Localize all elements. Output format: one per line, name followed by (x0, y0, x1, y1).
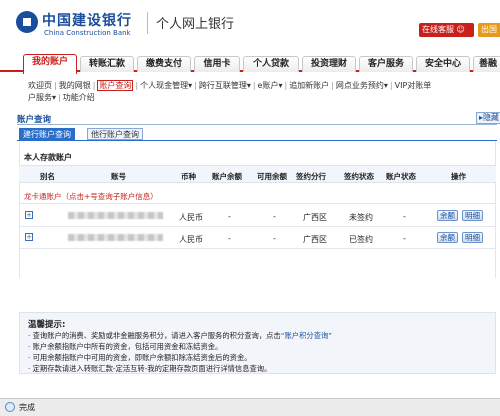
tip-line-1: · 查询账户的消费、奖励或非金融服务积分，请进入客户服务的积分查询，点击“账户积… (28, 331, 332, 341)
row-currency: 人民币 (179, 213, 203, 222)
accounts-panel (19, 141, 496, 278)
tab-my-account[interactable]: 我的账户 (23, 54, 77, 74)
exit-button[interactable]: 出国 (478, 23, 500, 37)
status-text: 完成 (19, 403, 35, 412)
online-service-button[interactable]: 在线客服 ☺ (419, 23, 474, 37)
tab-ccb-account-query[interactable]: 建行账户查询 (19, 128, 75, 140)
col-alias: 别名 (40, 172, 55, 181)
row-available: - (273, 212, 276, 221)
app-header: 中国建设银行 China Construction Bank 个人网上银行 在线… (0, 0, 500, 50)
row-divider (19, 226, 496, 227)
tab-payment[interactable]: 缴费支付 (137, 56, 191, 72)
tab-security-center[interactable]: 安全中心 (416, 56, 470, 72)
detail-button[interactable]: 明细 (462, 210, 483, 221)
col-balance: 账户余额 (212, 172, 242, 181)
subnav-cash-management[interactable]: 个人现金管理▾ (140, 81, 192, 90)
row-divider (19, 203, 496, 204)
tip-line-4: · 定期存款请进入转账汇款-定活互转-我的定期存款页面进行详情信息查询。 (28, 364, 272, 373)
col-actions: 操作 (451, 172, 466, 181)
header-divider (147, 12, 148, 34)
subnav-e-account[interactable]: e账户▾ (258, 81, 283, 90)
row-available: - (273, 234, 276, 243)
col-branch: 签约分行 (296, 172, 326, 181)
ccb-logo-icon (16, 11, 38, 33)
col-available: 可用余额 (257, 172, 287, 181)
tip-line-2: · 账户余额指账户中所有的资金，包括可用资金和冻结资金。 (28, 342, 223, 351)
hide-button-label: 隐藏 (483, 113, 500, 122)
subnav-features[interactable]: 功能介绍 (63, 93, 95, 102)
subnav-cash-management-label: 个人现金管理 (140, 81, 189, 90)
row-balance: - (228, 234, 231, 243)
expand-plus-icon[interactable]: + (25, 211, 33, 219)
subnav-account-service[interactable]: 户服务▾ (28, 93, 56, 102)
subnav-branch-appointment-label: 网点业务预约 (335, 81, 384, 90)
panel-title: 本人存款账户 (24, 153, 72, 162)
subnav-my-ebank[interactable]: 我的网银 (59, 81, 91, 90)
subnav-interbank[interactable]: 跨行互联管理▾ (199, 81, 251, 90)
tab-shanrong[interactable]: 善融 (473, 56, 500, 72)
tab-personal-loan[interactable]: 个人贷款 (243, 56, 299, 72)
row-sign-status: 未签约 (349, 213, 373, 222)
row-branch: 广西区 (303, 213, 327, 222)
browser-status-bar (0, 398, 500, 416)
row-account-status: - (403, 234, 406, 243)
bank-name-en: China Construction Bank (44, 29, 131, 37)
row-account-status: - (403, 212, 406, 221)
hide-button[interactable]: ▸隐藏 (476, 112, 500, 124)
main-tabs: 我的账户 转账汇款 缴费支付 信用卡 个人贷款 投资理财 客户服务 安全中心 善… (0, 52, 500, 74)
col-account-number: 账号 (111, 172, 126, 181)
expand-plus-icon[interactable]: + (25, 233, 33, 241)
account-number-masked (68, 234, 163, 241)
balance-button[interactable]: 余额 (437, 210, 458, 221)
tab-investment[interactable]: 投资理财 (302, 56, 356, 72)
row-sign-status: 已签约 (349, 235, 373, 244)
row-divider (19, 248, 496, 249)
subnav-add-account[interactable]: 追加新账户 (289, 81, 329, 90)
detail-button[interactable]: 明细 (462, 232, 483, 243)
subnav-branch-appointment[interactable]: 网点业务预约▾ (336, 81, 388, 90)
col-sign-status: 签约状态 (344, 172, 374, 181)
subnav-welcome[interactable]: 欢迎页 (28, 81, 52, 90)
section-divider (17, 124, 497, 125)
bank-name-cn: 中国建设银行 (42, 13, 132, 29)
subnav-account-service-label: 户服务 (28, 93, 52, 102)
points-query-link[interactable]: “账户积分查询” (281, 331, 332, 340)
col-currency: 币种 (181, 172, 196, 181)
dragon-card-notice: 龙卡通账户（点击+号查询子账户信息） (24, 192, 158, 201)
ie-page-icon (5, 402, 15, 412)
subnav-e-account-label: e账户 (257, 81, 279, 90)
tips-title: 温馨提示: (28, 320, 66, 330)
portal-title: 个人网上银行 (156, 17, 235, 32)
tab-customer-service[interactable]: 客户服务 (359, 56, 413, 72)
tab-other-bank-query[interactable]: 他行账户查询 (87, 128, 143, 140)
tip-line-3: · 可用余额指账户中可用的资金，即账户余额扣除冻结资金后的资金。 (28, 353, 252, 362)
row-branch: 广西区 (303, 235, 327, 244)
online-service-label: 在线客服 (422, 25, 454, 34)
col-account-status: 账户状态 (386, 172, 416, 181)
row-currency: 人民币 (179, 235, 203, 244)
tab-transfer[interactable]: 转账汇款 (80, 56, 134, 72)
balance-button[interactable]: 余额 (437, 232, 458, 243)
tip-line-1-text: · 查询账户的消费、奖励或非金融服务积分，请进入客户服务的积分查询，点击 (28, 331, 281, 340)
subnav-interbank-label: 跨行互联管理 (198, 81, 247, 90)
row-balance: - (228, 212, 231, 221)
account-number-masked (68, 212, 163, 219)
subnav-account-query[interactable]: 账户查询 (97, 80, 134, 91)
sub-navigation: 欢迎页 | 我的网银 | 账户查询 | 个人现金管理▾ | 跨行互联管理▾ | e账户▾ | 追加新账户… (28, 80, 432, 102)
tab-credit-card[interactable]: 信用卡 (194, 56, 240, 72)
subnav-vip-statement[interactable]: VIP对账单 (395, 81, 432, 90)
